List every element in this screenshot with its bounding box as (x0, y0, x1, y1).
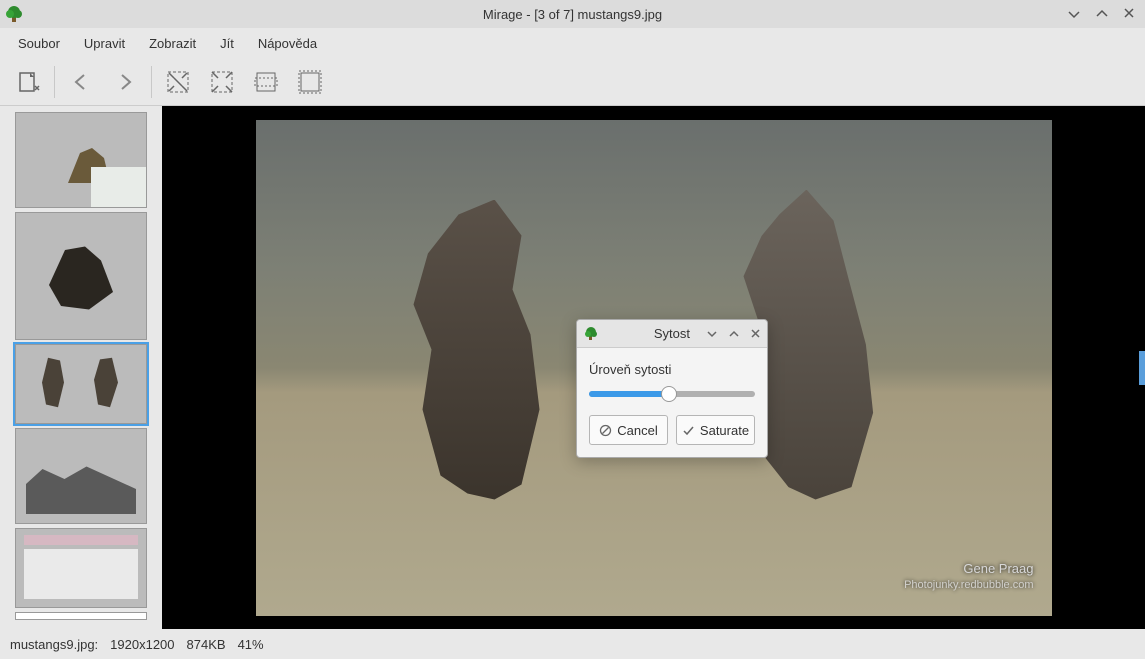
next-image-button[interactable] (103, 60, 147, 104)
zoom-in-button[interactable] (200, 60, 244, 104)
dialog-titlebar[interactable]: Sytost (577, 320, 767, 348)
close-icon[interactable] (1123, 7, 1135, 21)
open-file-button[interactable] (6, 60, 50, 104)
toolbar-separator (54, 66, 55, 98)
image-content (396, 200, 576, 500)
app-icon (4, 4, 24, 24)
status-zoom: 41% (238, 637, 264, 652)
status-filesize: 874KB (187, 637, 226, 652)
thumbnail[interactable] (15, 112, 147, 208)
fit-window-button[interactable] (288, 60, 332, 104)
zoom-out-button[interactable] (156, 60, 200, 104)
menubar: Soubor Upravit Zobrazit Jít Nápověda (0, 28, 1145, 58)
status-dimensions: 1920x1200 (110, 637, 174, 652)
thumbnail[interactable] (15, 428, 147, 524)
thumbnail[interactable] (15, 612, 147, 620)
minimize-icon[interactable] (1067, 7, 1081, 21)
saturation-dialog: Sytost Úroveň sytosti Cancel Saturate (576, 319, 768, 458)
slider-thumb[interactable] (661, 386, 677, 402)
toolbar-separator (151, 66, 152, 98)
prev-image-button[interactable] (59, 60, 103, 104)
saturation-slider[interactable] (589, 391, 755, 397)
app-icon (583, 326, 599, 342)
slider-fill (589, 391, 669, 397)
saturate-button[interactable]: Saturate (676, 415, 755, 445)
statusbar: mustangs9.jpg: 1920x1200 874KB 41% (0, 629, 1145, 659)
dialog-expand-icon[interactable] (728, 328, 740, 340)
thumbnail[interactable] (15, 212, 147, 340)
window-title: Mirage - [3 of 7] mustangs9.jpg (483, 7, 662, 22)
cancel-icon (599, 424, 612, 437)
dialog-title: Sytost (599, 326, 696, 341)
menu-view[interactable]: Zobrazit (137, 32, 208, 55)
check-icon (682, 424, 695, 437)
menu-go[interactable]: Jít (208, 32, 246, 55)
fit-width-button[interactable] (244, 60, 288, 104)
window-titlebar: Mirage - [3 of 7] mustangs9.jpg (0, 0, 1145, 28)
saturation-label: Úroveň sytosti (589, 362, 755, 377)
image-watermark: Gene Praag Photojunky.redbubble.com (904, 560, 1033, 594)
main-area: Gene Praag Photojunky.redbubble.com Syto… (0, 106, 1145, 629)
thumbnail-selected[interactable] (15, 344, 147, 424)
saturate-label: Saturate (700, 423, 749, 438)
status-filename: mustangs9.jpg: (10, 637, 98, 652)
cancel-label: Cancel (617, 423, 657, 438)
scrollbar-thumb[interactable] (1139, 351, 1145, 385)
thumbnail[interactable] (15, 528, 147, 608)
maximize-icon[interactable] (1095, 7, 1109, 21)
thumbnail-panel[interactable] (0, 106, 162, 629)
cancel-button[interactable]: Cancel (589, 415, 668, 445)
dialog-collapse-icon[interactable] (706, 328, 718, 340)
menu-edit[interactable]: Upravit (72, 32, 137, 55)
dialog-close-icon[interactable] (750, 328, 761, 339)
menu-help[interactable]: Nápověda (246, 32, 329, 55)
menu-file[interactable]: Soubor (6, 32, 72, 55)
toolbar (0, 58, 1145, 106)
